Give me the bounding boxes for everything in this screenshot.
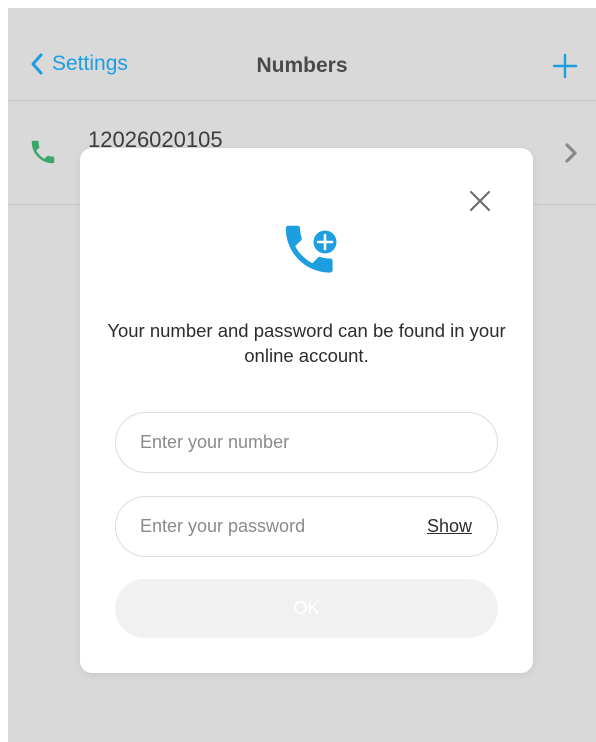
add-number-dialog: Your number and password can be found in… (80, 148, 533, 673)
password-input[interactable] (140, 497, 410, 556)
password-field[interactable]: Show (115, 496, 498, 557)
number-field[interactable] (115, 412, 498, 473)
page-title: Numbers (256, 54, 348, 77)
chevron-right-icon (565, 143, 577, 163)
ok-button[interactable]: OK (115, 579, 498, 638)
number-input[interactable] (140, 413, 410, 472)
close-icon[interactable] (469, 190, 491, 212)
plus-icon[interactable] (552, 53, 578, 79)
dialog-message: Your number and password can be found in… (107, 320, 506, 366)
phone-plus-icon (285, 225, 340, 273)
nav-bar: Settings Numbers (8, 8, 596, 101)
numbers-screen: Settings Numbers 12026020105 Your number… (8, 8, 596, 742)
show-password-link[interactable]: Show (427, 516, 472, 537)
phone-icon (31, 140, 55, 164)
